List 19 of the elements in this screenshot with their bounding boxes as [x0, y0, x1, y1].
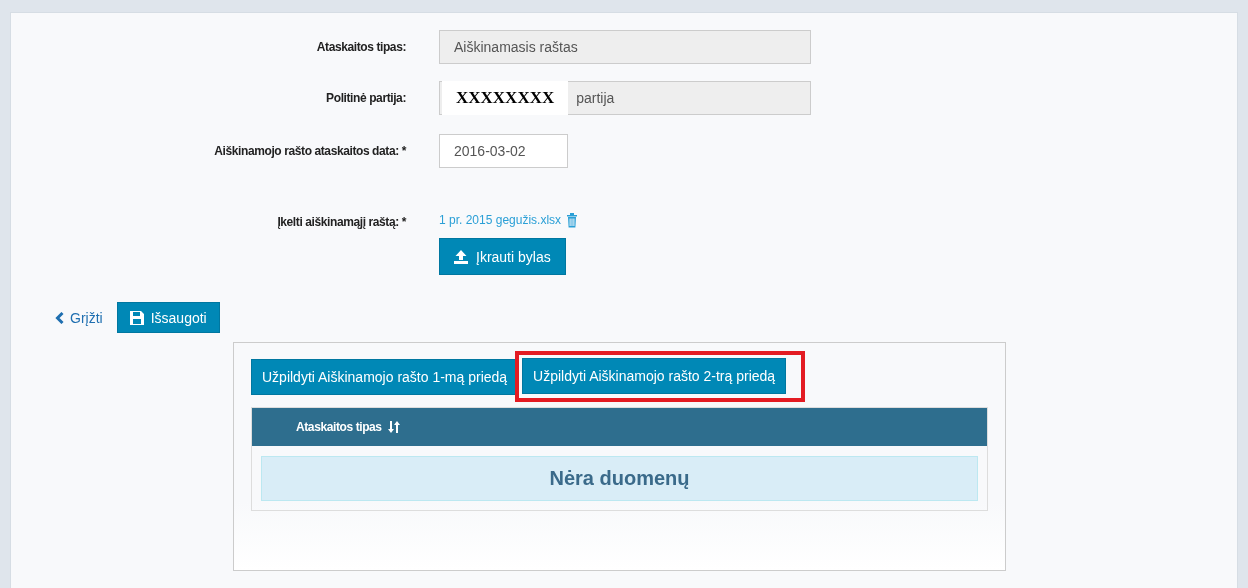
annex-button[interactable]: Užpildyti Aiškinamojo rašto 2-trą priedą: [522, 358, 787, 394]
redacted-text: XXXXXXXX: [442, 81, 569, 115]
readonly-field: XXXXXXXX partija: [439, 81, 811, 115]
empty-message: Nėra duomenų: [261, 456, 978, 501]
upload-icon: [454, 249, 468, 264]
sort-icon[interactable]: [387, 421, 400, 433]
field-label: Ataskaitos tipas:: [315, 39, 406, 56]
file-link[interactable]: 1 pr. 2015 gegužis.xlsx: [439, 213, 562, 227]
save-button[interactable]: Išsaugoti: [116, 302, 220, 333]
field-label: Politinė partija:: [325, 90, 406, 107]
field-label: Aiškinamojo rašto ataskaitos data: *: [213, 143, 406, 160]
chevron-left-icon: [55, 311, 64, 324]
field-label: Įkelti aiškinamąjį raštą: *: [276, 214, 406, 231]
upload-button[interactable]: Įkrauti bylas: [439, 238, 566, 275]
column-header[interactable]: Ataskaitos tipas: [296, 420, 382, 434]
date-field[interactable]: 2016-03-02: [439, 134, 568, 168]
readonly-field: Aiškinamasis raštas: [439, 30, 811, 64]
trash-icon[interactable]: [566, 212, 579, 228]
back-link[interactable]: Grįžti: [55, 309, 103, 326]
